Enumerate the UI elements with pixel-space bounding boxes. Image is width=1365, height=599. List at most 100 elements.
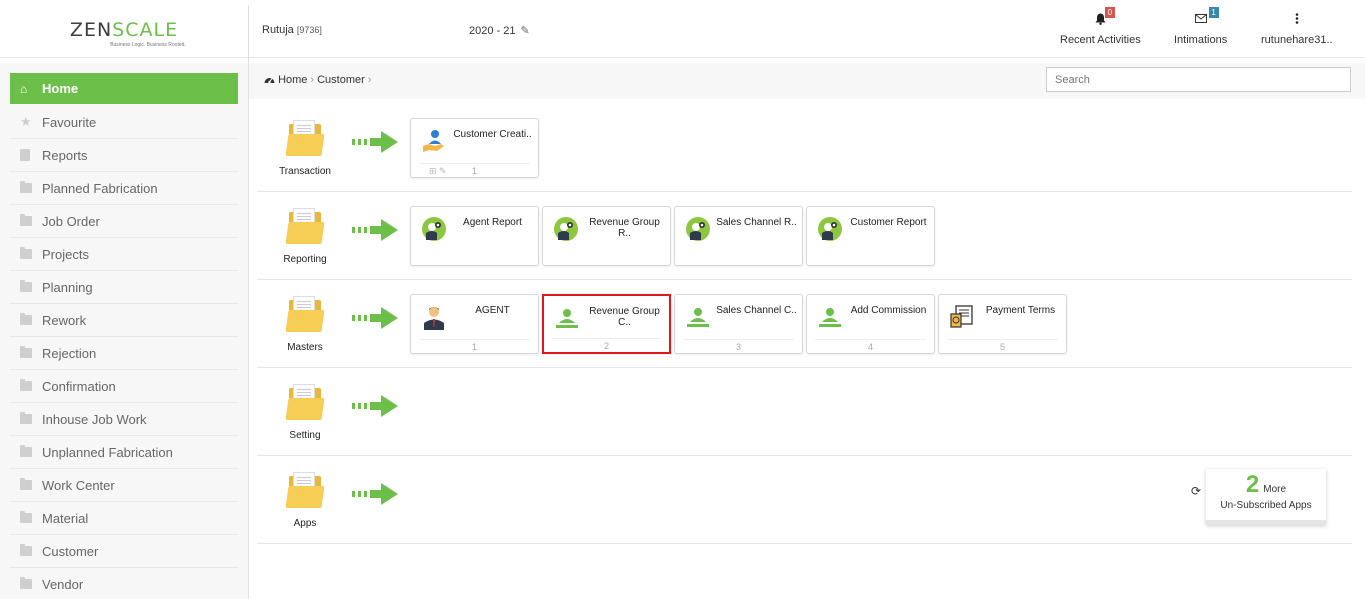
logo-tagline: Business Logic. Business Rooted. bbox=[110, 41, 186, 48]
sidebar-item-planned-fabrication[interactable]: Planned Fabrication bbox=[10, 172, 238, 205]
folder-icon bbox=[285, 120, 325, 156]
sidebar-item-label: Rejection bbox=[42, 345, 97, 361]
arrow-right-icon bbox=[352, 483, 398, 505]
home-icon: ⌂ bbox=[20, 81, 28, 96]
recent-activities-button[interactable]: 0 Recent Activities bbox=[1060, 7, 1141, 46]
folder-icon bbox=[285, 296, 325, 332]
tile-name: Customer Creati.. bbox=[453, 129, 532, 140]
account-menu-button[interactable]: rutunehare31.. bbox=[1261, 13, 1333, 46]
tile-sales-channel-creation[interactable]: Sales Channel C.. 3 bbox=[674, 294, 803, 354]
logo[interactable]: ZENSCALE Business Logic. Business Rooted… bbox=[0, 5, 249, 63]
tile-agent[interactable]: AGENT 1 bbox=[410, 294, 539, 354]
user-info: Rutuja [9736] bbox=[262, 24, 322, 36]
tile-number: 5 bbox=[999, 342, 1005, 352]
top-bar: ZENSCALE Business Logic. Business Rooted… bbox=[0, 0, 1365, 63]
arrow-right-icon bbox=[352, 219, 398, 241]
tile-name: Sales Channel C.. bbox=[716, 305, 797, 316]
sidebar-item-planning[interactable]: Planning bbox=[10, 271, 238, 304]
sidebar-item-favourite[interactable]: ★ Favourite bbox=[10, 106, 238, 139]
folder-reporting[interactable]: Reporting bbox=[277, 208, 333, 265]
section-masters: Masters AGENT 1 Revenue Group C.. 2 Sale… bbox=[257, 280, 1352, 368]
sidebar-item-confirmation[interactable]: Confirmation bbox=[10, 370, 238, 403]
breadcrumb-home[interactable]: Home bbox=[278, 74, 307, 86]
sidebar-item-unplanned-fabrication[interactable]: Unplanned Fabrication bbox=[10, 436, 238, 469]
sidebar-item-reports[interactable]: Reports bbox=[10, 139, 238, 172]
tile-name: Revenue Group C.. bbox=[589, 306, 660, 328]
tile-add-commission[interactable]: Add Commission 4 bbox=[806, 294, 935, 354]
envelope-icon: 1 bbox=[1194, 7, 1219, 31]
user-group-icon bbox=[819, 308, 841, 327]
unsubscribed-count: 2 bbox=[1245, 471, 1260, 498]
section-label: Masters bbox=[287, 342, 323, 353]
section-label: Setting bbox=[289, 430, 321, 441]
vertical-dots-icon bbox=[1295, 13, 1299, 31]
edit-icon[interactable]: ✎ bbox=[521, 25, 530, 37]
folder-transaction[interactable]: Transaction bbox=[277, 120, 333, 177]
tile-name: Customer Report bbox=[850, 217, 927, 228]
sidebar-item-vendor[interactable]: Vendor bbox=[10, 568, 238, 599]
sidebar-item-rework[interactable]: Rework bbox=[10, 304, 238, 337]
folder-setting[interactable]: Setting bbox=[277, 384, 333, 441]
fiscal-year[interactable]: 2020 - 21 ✎ bbox=[469, 24, 530, 37]
folder-icon bbox=[20, 445, 32, 457]
sidebar-item-label: Confirmation bbox=[42, 378, 116, 394]
breadcrumb-bar: Home › Customer › bbox=[249, 63, 1365, 99]
report-person-icon bbox=[422, 217, 446, 241]
sidebar-item-label: Planned Fabrication bbox=[42, 180, 158, 196]
folder-icon bbox=[285, 208, 325, 244]
user-group-icon bbox=[556, 309, 578, 328]
sidebar-item-job-order[interactable]: Job Order bbox=[10, 205, 238, 238]
fiscal-year-label: 2020 - 21 bbox=[469, 25, 516, 37]
tile-customer-creation[interactable]: Customer Creati.. ⊞ ✎ 1 bbox=[410, 118, 539, 178]
sidebar-item-label: Job Order bbox=[42, 213, 100, 229]
refresh-icon[interactable]: ⟳ bbox=[1191, 484, 1201, 498]
tile-agent-report[interactable]: Agent Report bbox=[410, 206, 539, 266]
tile-footer: ⊞ ✎ 1 bbox=[419, 163, 530, 177]
payment-document-icon bbox=[950, 305, 973, 328]
folder-apps[interactable]: Apps bbox=[277, 472, 333, 529]
section-apps: Apps bbox=[257, 456, 1352, 544]
tile-revenue-group-report[interactable]: Revenue Group R.. bbox=[542, 206, 671, 266]
chevron-right-icon: › bbox=[367, 74, 372, 86]
sidebar-item-work-center[interactable]: Work Center bbox=[10, 469, 238, 502]
intimations-button[interactable]: 1 Intimations bbox=[1174, 7, 1228, 46]
sidebar-item-projects[interactable]: Projects bbox=[10, 238, 238, 271]
tile-number: 4 bbox=[867, 342, 873, 352]
intimations-label: Intimations bbox=[1174, 34, 1228, 46]
tile-revenue-group-creation[interactable]: Revenue Group C.. 2 bbox=[542, 294, 671, 354]
folder-icon bbox=[20, 412, 32, 424]
sidebar-item-rejection[interactable]: Rejection bbox=[10, 337, 238, 370]
sidebar-item-home[interactable]: ⌂ Home bbox=[10, 73, 238, 104]
tile-customer-report[interactable]: Customer Report bbox=[806, 206, 935, 266]
folder-icon bbox=[20, 544, 32, 556]
sidebar-item-label: Planning bbox=[42, 279, 93, 295]
report-person-icon bbox=[686, 217, 710, 241]
tile-name: Agent Report bbox=[463, 217, 522, 228]
section-reporting: Reporting Agent Report Revenue Group R.. bbox=[257, 192, 1352, 280]
search-input[interactable] bbox=[1046, 67, 1351, 92]
section-label: Reporting bbox=[283, 254, 327, 265]
sidebar-item-material[interactable]: Material bbox=[10, 502, 238, 535]
customer-hand-icon bbox=[423, 130, 444, 152]
sidebar-item-label: Work Center bbox=[42, 477, 115, 493]
unsubscribed-apps-card[interactable]: 2 More Un-Subscribed Apps bbox=[1206, 469, 1326, 525]
sidebar-item-inhouse-job-work[interactable]: Inhouse Job Work bbox=[10, 403, 238, 436]
folder-icon bbox=[20, 247, 32, 259]
sidebar-item-customer[interactable]: Customer bbox=[10, 535, 238, 568]
folder-masters[interactable]: Masters bbox=[277, 296, 333, 353]
breadcrumb-current[interactable]: Customer bbox=[317, 74, 365, 86]
bell-icon: 0 bbox=[1095, 7, 1115, 31]
section-label: Apps bbox=[293, 518, 317, 529]
tile-name: Sales Channel R.. bbox=[716, 217, 797, 228]
sidebar-item-label: Home bbox=[42, 81, 79, 96]
chevron-right-icon: › bbox=[310, 74, 315, 86]
arrow-right-icon bbox=[352, 307, 398, 329]
section-label: Transaction bbox=[279, 166, 331, 177]
folder-icon bbox=[20, 214, 32, 226]
tile-sales-channel-report[interactable]: Sales Channel R.. bbox=[674, 206, 803, 266]
account-label: rutunehare31.. bbox=[1261, 34, 1333, 46]
tile-number: 2 bbox=[603, 341, 609, 351]
tile-payment-terms[interactable]: Payment Terms 5 bbox=[938, 294, 1067, 354]
folder-icon bbox=[285, 472, 325, 508]
sidebar-item-label: Reports bbox=[42, 147, 88, 163]
